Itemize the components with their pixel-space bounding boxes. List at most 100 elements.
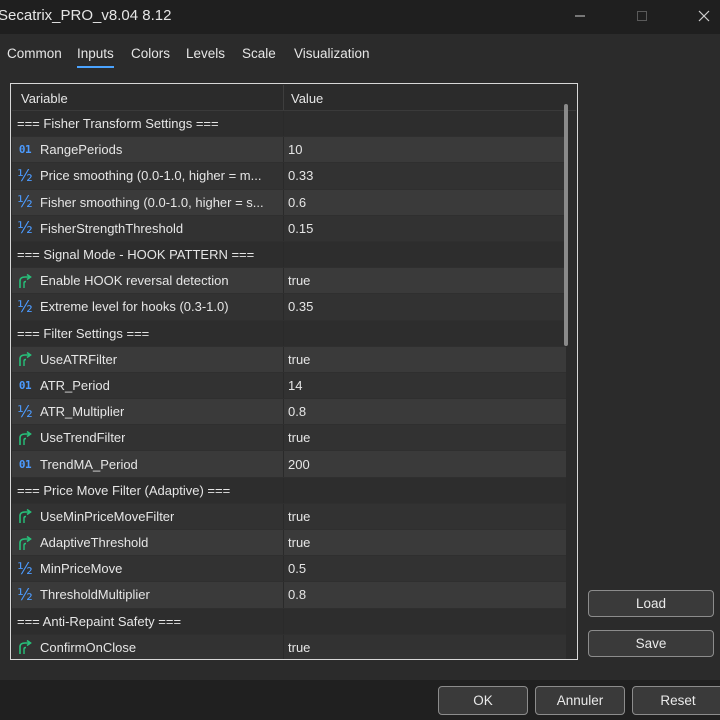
- title-bar: Secatrix_PRO_v8.04 8.12: [0, 0, 720, 34]
- window-title: Secatrix_PRO_v8.04 8.12: [0, 7, 172, 24]
- tab-bar: Common Inputs Colors Levels Scale Visual…: [0, 34, 720, 74]
- variable-name: === Filter Settings ===: [17, 325, 150, 341]
- variable-name: ConfirmOnClose: [40, 639, 137, 655]
- value-cell[interactable]: 0.8: [284, 582, 566, 607]
- bool-arrow-icon: [14, 351, 36, 367]
- variable-cell: 01 RangePeriods: [12, 137, 283, 162]
- variable-cell: UseTrendFilter: [12, 425, 283, 450]
- tab-levels[interactable]: Levels: [186, 46, 225, 61]
- table-row[interactable]: UseTrendFilter true: [12, 425, 566, 452]
- table-row[interactable]: UseMinPriceMoveFilter true: [12, 503, 566, 530]
- table-row[interactable]: ½ Fisher smoothing (0.0-1.0, higher = s..…: [12, 189, 566, 216]
- tab-colors[interactable]: Colors: [131, 46, 170, 61]
- variable-cell: ½ MinPriceMove: [12, 556, 283, 581]
- bool-arrow-icon: [14, 273, 36, 289]
- tab-scale[interactable]: Scale: [242, 46, 276, 61]
- table-row[interactable]: Enable HOOK reversal detection true: [12, 268, 566, 295]
- close-icon[interactable]: [684, 4, 720, 28]
- minimize-icon[interactable]: [560, 4, 600, 28]
- table-group-row[interactable]: === Filter Settings ===: [12, 320, 566, 347]
- reset-button[interactable]: Reset: [632, 686, 720, 715]
- variable-column-header[interactable]: Variable: [21, 91, 68, 106]
- variable-cell: === Filter Settings ===: [12, 321, 283, 346]
- value-cell[interactable]: true: [284, 347, 566, 372]
- value-cell[interactable]: true: [284, 530, 566, 555]
- integer-type-icon: 01: [18, 378, 32, 392]
- table-group-row[interactable]: === Anti-Repaint Safety ===: [12, 608, 566, 635]
- value-cell[interactable]: true: [284, 635, 566, 659]
- value-cell[interactable]: 10: [284, 137, 566, 162]
- table-row[interactable]: 01 TrendMA_Period 200: [12, 451, 566, 478]
- variable-name: === Price Move Filter (Adaptive) ===: [17, 482, 231, 498]
- value-cell[interactable]: true: [284, 425, 566, 450]
- table-row[interactable]: ½ ATR_Multiplier 0.8: [12, 399, 566, 426]
- table-row[interactable]: ½ ThresholdMultiplier 0.8: [12, 582, 566, 609]
- variable-cell: === Anti-Repaint Safety ===: [12, 609, 283, 634]
- value-cell[interactable]: 0.35: [284, 294, 566, 319]
- table-row[interactable]: ½ FisherStrengthThreshold 0.15: [12, 215, 566, 242]
- double-type-icon: ½: [17, 584, 33, 604]
- bool-arrow-icon: [14, 535, 36, 551]
- variable-name: === Fisher Transform Settings ===: [17, 116, 219, 132]
- table-body: === Fisher Transform Settings === 01 Range…: [12, 111, 566, 659]
- table-group-row[interactable]: === Price Move Filter (Adaptive) ===: [12, 477, 566, 504]
- variable-cell: UseMinPriceMoveFilter: [12, 504, 283, 529]
- cancel-button[interactable]: Annuler: [535, 686, 625, 715]
- variable-cell: ½ ATR_Multiplier: [12, 399, 283, 424]
- ok-button[interactable]: OK: [438, 686, 528, 715]
- table-group-row[interactable]: === Fisher Transform Settings ===: [12, 111, 566, 138]
- variable-name: FisherStrengthThreshold: [40, 220, 184, 236]
- value-cell[interactable]: 14: [284, 373, 566, 398]
- variable-name: AdaptiveThreshold: [40, 535, 149, 551]
- value-cell[interactable]: 0.5: [284, 556, 566, 581]
- variable-name: Price smoothing (0.0-1.0, higher = m...: [40, 168, 262, 184]
- value-column-header[interactable]: Value: [291, 91, 323, 106]
- variable-name: === Anti-Repaint Safety ===: [17, 613, 182, 629]
- variable-name: ATR_Multiplier: [40, 404, 125, 420]
- variable-name: UseMinPriceMoveFilter: [40, 508, 175, 524]
- integer-type-icon: 01: [18, 457, 32, 471]
- bool-arrow-icon: [14, 508, 36, 524]
- variable-name: MinPriceMove: [40, 561, 123, 577]
- tab-visualization[interactable]: Visualization: [294, 46, 370, 61]
- variable-cell: ½ FisherStrengthThreshold: [12, 216, 283, 241]
- value-cell[interactable]: 0.6: [284, 190, 566, 215]
- inputs-table: Variable Value === Fisher Transform Sett…: [10, 83, 578, 660]
- table-group-row[interactable]: === Signal Mode - HOOK PATTERN ===: [12, 241, 566, 269]
- variable-cell: ½ Fisher smoothing (0.0-1.0, higher = s..…: [12, 190, 283, 215]
- value-cell[interactable]: true: [284, 504, 566, 529]
- value-cell[interactable]: 0.8: [284, 399, 566, 424]
- table-row[interactable]: ½ MinPriceMove 0.5: [12, 556, 566, 583]
- tab-inputs[interactable]: Inputs: [77, 46, 114, 68]
- value-cell[interactable]: 0.33: [284, 163, 566, 188]
- active-tab-indicator: [77, 66, 114, 68]
- variable-cell: ConfirmOnClose: [12, 635, 283, 659]
- tab-common[interactable]: Common: [7, 46, 62, 61]
- maximize-icon[interactable]: [622, 4, 662, 28]
- load-button[interactable]: Load: [588, 590, 714, 617]
- table-row[interactable]: AdaptiveThreshold true: [12, 530, 566, 557]
- variable-name: Fisher smoothing (0.0-1.0, higher = s...: [40, 194, 264, 210]
- table-row[interactable]: ½ Extreme level for hooks (0.3-1.0) 0.35: [12, 294, 566, 321]
- value-cell[interactable]: 200: [284, 451, 566, 476]
- variable-name: Enable HOOK reversal detection: [40, 273, 229, 289]
- vertical-scrollbar[interactable]: [564, 104, 568, 346]
- table-row[interactable]: 01 ATR_Period 14: [12, 372, 566, 400]
- table-row[interactable]: ConfirmOnClose true: [12, 634, 566, 659]
- double-type-icon: ½: [17, 401, 33, 421]
- value-cell[interactable]: 0.15: [284, 216, 566, 241]
- double-type-icon: ½: [17, 558, 33, 578]
- variable-cell: Enable HOOK reversal detection: [12, 268, 283, 293]
- save-button[interactable]: Save: [588, 630, 714, 657]
- table-row[interactable]: ½ Price smoothing (0.0-1.0, higher = m...…: [12, 163, 566, 190]
- table-row[interactable]: 01 RangePeriods 10: [12, 137, 566, 164]
- variable-cell: 01 TrendMA_Period: [12, 451, 283, 476]
- value-cell[interactable]: true: [284, 268, 566, 293]
- value-cell: [284, 321, 566, 346]
- variable-cell: ½ ThresholdMultiplier: [12, 582, 283, 607]
- variable-name: ATR_Period: [40, 377, 110, 393]
- table-row[interactable]: UseATRFilter true: [12, 346, 566, 373]
- variable-cell: UseATRFilter: [12, 347, 283, 372]
- double-type-icon: ½: [17, 192, 33, 212]
- table-header: Variable Value: [12, 85, 576, 111]
